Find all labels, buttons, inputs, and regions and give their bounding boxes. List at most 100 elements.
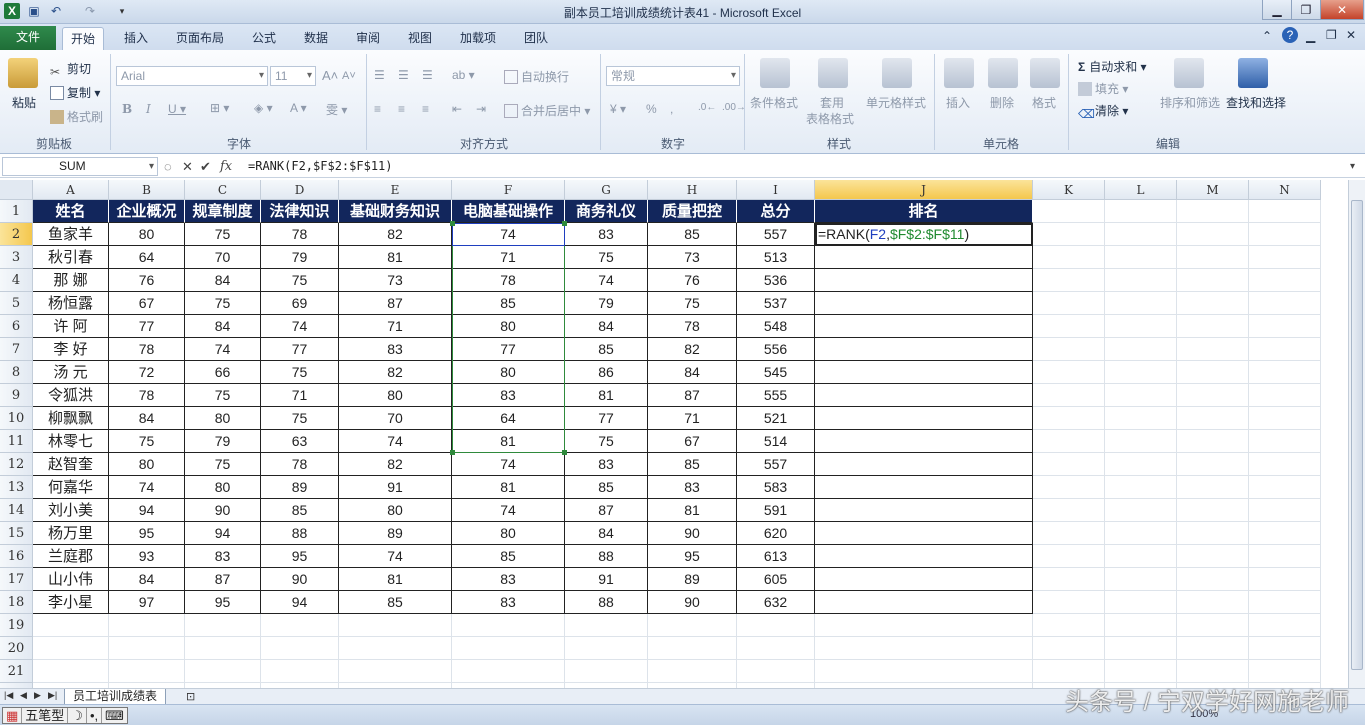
font-name-combo[interactable]: Arial — [116, 66, 268, 86]
enter-entry-icon[interactable]: ✔ — [200, 157, 211, 176]
score-cell[interactable]: 85 — [452, 292, 565, 315]
empty-cell[interactable] — [1105, 361, 1177, 384]
table-header-cell[interactable]: 排名 — [815, 200, 1033, 223]
score-cell[interactable]: 66 — [185, 361, 261, 384]
align-top-icon[interactable]: ☰ — [374, 68, 385, 82]
rank-cell[interactable] — [815, 407, 1033, 430]
score-cell[interactable]: 82 — [339, 223, 452, 246]
empty-cell[interactable] — [1177, 568, 1249, 591]
score-cell[interactable]: 77 — [261, 338, 339, 361]
score-cell[interactable]: 75 — [648, 292, 737, 315]
empty-cell[interactable] — [565, 660, 648, 683]
empty-cell[interactable] — [1177, 637, 1249, 660]
name-cell[interactable]: 鱼家羊 — [33, 223, 109, 246]
empty-cell[interactable] — [648, 614, 737, 637]
row-header-4[interactable]: 4 — [0, 269, 33, 292]
empty-cell[interactable] — [1105, 522, 1177, 545]
copy-button[interactable]: 复制 ▾ — [50, 84, 100, 101]
score-cell[interactable]: 78 — [109, 338, 185, 361]
empty-cell[interactable] — [815, 614, 1033, 637]
name-cell[interactable]: 山小伟 — [33, 568, 109, 591]
score-cell[interactable]: 75 — [185, 292, 261, 315]
column-header-k[interactable]: K — [1033, 180, 1105, 200]
score-cell[interactable]: 80 — [339, 499, 452, 522]
score-cell[interactable]: 75 — [185, 384, 261, 407]
score-cell[interactable]: 87 — [185, 568, 261, 591]
doc-minimize-icon[interactable]: ▁ — [1306, 29, 1315, 43]
first-sheet-icon[interactable]: |◀ — [4, 690, 13, 701]
score-cell[interactable]: 77 — [565, 407, 648, 430]
score-cell[interactable]: 557 — [737, 453, 815, 476]
insert-sheet-icon[interactable]: ⊡ — [186, 690, 195, 703]
empty-cell[interactable] — [1105, 407, 1177, 430]
empty-cell[interactable] — [339, 637, 452, 660]
rank-cell[interactable] — [815, 522, 1033, 545]
score-cell[interactable]: 73 — [648, 246, 737, 269]
empty-cell[interactable] — [1249, 384, 1321, 407]
rank-cell[interactable] — [815, 315, 1033, 338]
empty-cell[interactable] — [1105, 338, 1177, 361]
score-cell[interactable]: 95 — [261, 545, 339, 568]
table-header-cell[interactable]: 基础财务知识 — [339, 200, 452, 223]
empty-cell[interactable] — [1177, 223, 1249, 246]
row-header-1[interactable]: 1 — [0, 200, 33, 223]
score-cell[interactable]: 75 — [185, 453, 261, 476]
empty-cell[interactable] — [1177, 407, 1249, 430]
ime-keyboard-icon[interactable]: ⌨ — [102, 708, 127, 723]
row-header-9[interactable]: 9 — [0, 384, 33, 407]
empty-cell[interactable] — [1177, 246, 1249, 269]
table-header-cell[interactable]: 姓名 — [33, 200, 109, 223]
collapse-ribbon-icon[interactable]: ⌃ — [1262, 29, 1272, 43]
score-cell[interactable]: 78 — [261, 223, 339, 246]
column-header-b[interactable]: B — [109, 180, 185, 200]
font-color-icon[interactable]: A ▾ — [290, 101, 307, 115]
row-header-16[interactable]: 16 — [0, 545, 33, 568]
next-sheet-icon[interactable]: ▶ — [34, 690, 41, 701]
score-cell[interactable]: 536 — [737, 269, 815, 292]
empty-cell[interactable] — [1249, 568, 1321, 591]
align-center-icon[interactable]: ≡ — [398, 102, 405, 116]
score-cell[interactable]: 557 — [737, 223, 815, 246]
range-resize-handle[interactable] — [450, 450, 455, 455]
empty-cell[interactable] — [1105, 614, 1177, 637]
sort-filter-button[interactable]: 排序和筛选 — [1160, 94, 1220, 111]
score-cell[interactable]: 78 — [261, 453, 339, 476]
empty-cell[interactable] — [1033, 200, 1105, 223]
format-cells-button[interactable]: 格式 — [1032, 94, 1056, 111]
score-cell[interactable]: 513 — [737, 246, 815, 269]
empty-cell[interactable] — [452, 637, 565, 660]
score-cell[interactable]: 77 — [452, 338, 565, 361]
score-cell[interactable]: 85 — [648, 223, 737, 246]
score-cell[interactable]: 555 — [737, 384, 815, 407]
name-cell[interactable]: 何嘉华 — [33, 476, 109, 499]
score-cell[interactable]: 75 — [565, 430, 648, 453]
ime-toolbar[interactable]: ▦ 五笔型 ☽ •, ⌨ — [2, 707, 128, 724]
score-cell[interactable]: 71 — [261, 384, 339, 407]
grow-font-icon[interactable]: A˄ — [322, 68, 338, 83]
score-cell[interactable]: 80 — [339, 384, 452, 407]
score-cell[interactable]: 87 — [339, 292, 452, 315]
rank-cell[interactable] — [815, 292, 1033, 315]
empty-cell[interactable] — [565, 614, 648, 637]
score-cell[interactable]: 83 — [452, 568, 565, 591]
score-cell[interactable]: 78 — [452, 269, 565, 292]
last-sheet-icon[interactable]: ▶| — [48, 690, 57, 701]
empty-cell[interactable] — [1033, 614, 1105, 637]
rank-cell[interactable] — [815, 476, 1033, 499]
bold-icon[interactable]: B — [122, 102, 132, 116]
score-cell[interactable]: 80 — [452, 315, 565, 338]
score-cell[interactable]: 80 — [109, 453, 185, 476]
align-middle-icon[interactable]: ☰ — [398, 68, 409, 82]
row-header-12[interactable]: 12 — [0, 453, 33, 476]
delete-cells-icon[interactable] — [988, 58, 1018, 88]
empty-cell[interactable] — [1033, 361, 1105, 384]
score-cell[interactable]: 545 — [737, 361, 815, 384]
score-cell[interactable]: 79 — [261, 246, 339, 269]
formula-bar-handle-icon[interactable]: ◌ — [164, 157, 172, 176]
score-cell[interactable]: 94 — [185, 522, 261, 545]
ime-mode[interactable]: 五笔型 — [22, 708, 69, 723]
score-cell[interactable]: 80 — [185, 476, 261, 499]
conditional-format-icon[interactable] — [760, 58, 790, 88]
sort-filter-icon[interactable] — [1174, 58, 1204, 88]
empty-cell[interactable] — [1105, 315, 1177, 338]
